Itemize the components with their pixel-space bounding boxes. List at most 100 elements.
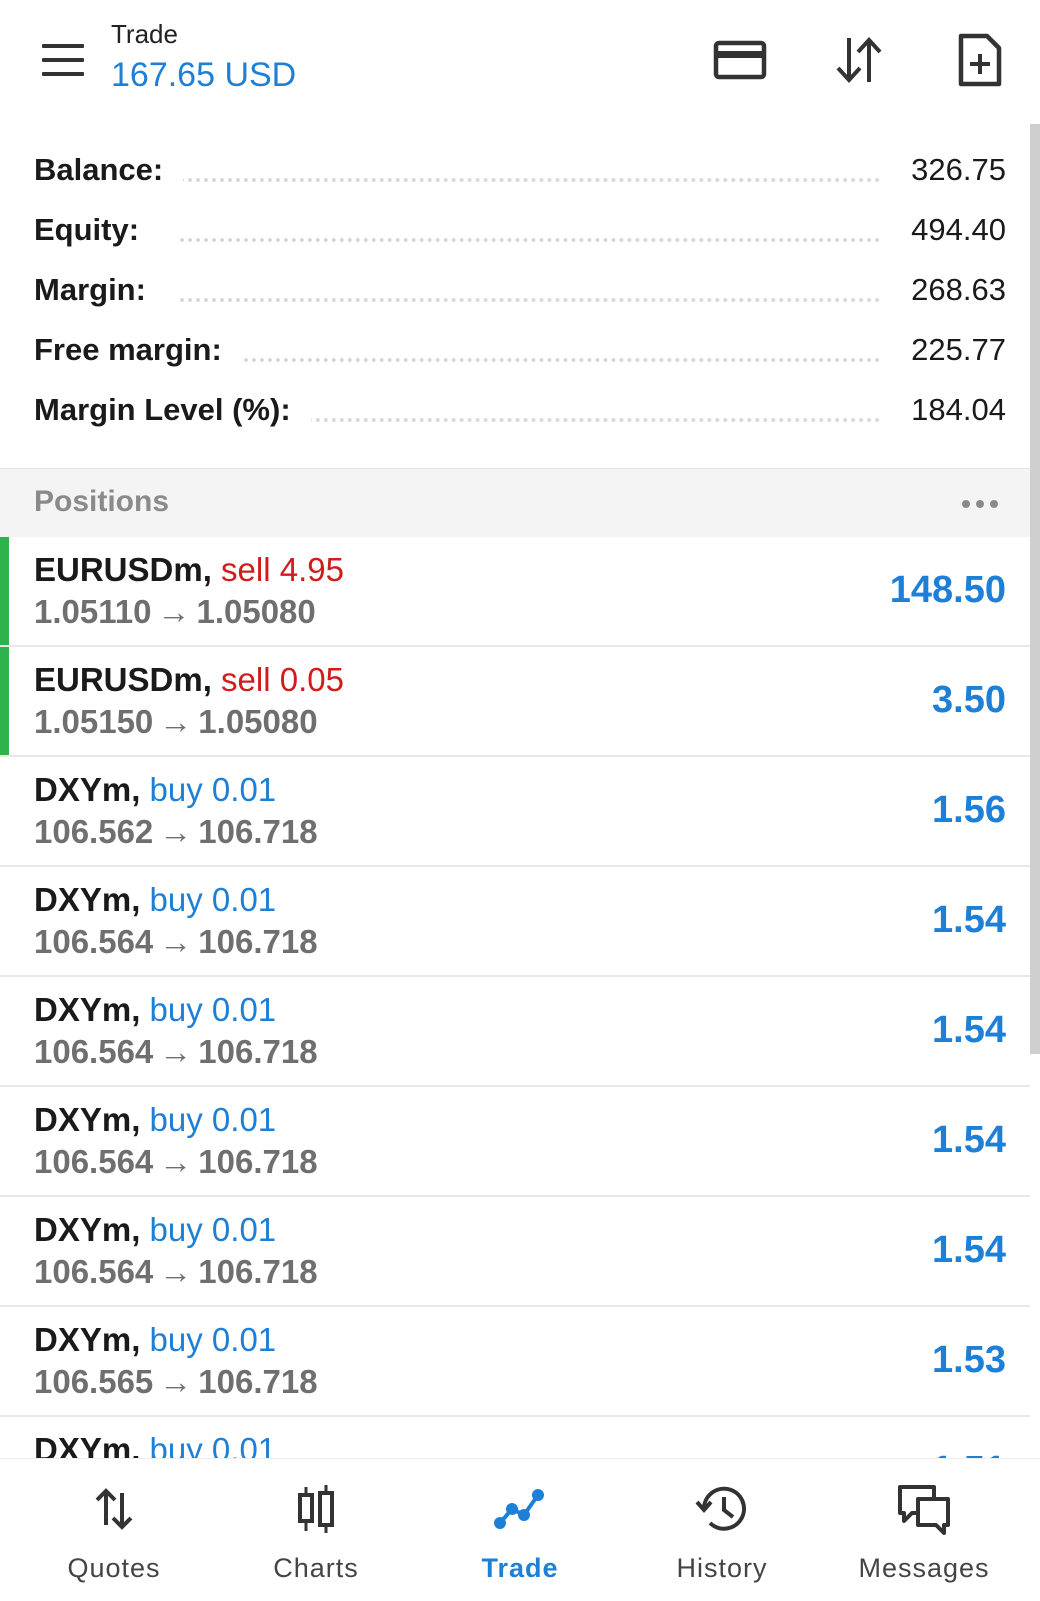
position-profit: 1.56 — [932, 789, 1006, 831]
position-side: buy 0.01 — [149, 1101, 277, 1138]
summary-row-margin: Margin: 268.63 — [0, 260, 1030, 320]
price-arrow: → — [157, 593, 191, 630]
title-block: Trade 167.65 USD — [111, 18, 296, 98]
position-side: sell 4.95 — [221, 551, 344, 588]
new-order-icon[interactable] — [949, 30, 1009, 90]
position-symbol: EURUSDm, — [34, 551, 212, 588]
summary-row-free-margin: Free margin: 225.77 — [0, 320, 1030, 380]
position-profit: 1.54 — [932, 1229, 1006, 1271]
position-profit: 1.54 — [932, 1119, 1006, 1161]
summary-label: Free margin: — [34, 332, 242, 368]
position-symbol: DXYm, — [34, 1321, 141, 1358]
nav-label: History — [676, 1553, 768, 1583]
sort-icon[interactable] — [829, 30, 889, 90]
summary-row-balance: Balance: 326.75 — [0, 140, 1030, 200]
open-price: 106.562 — [34, 813, 154, 850]
price-arrow: → — [159, 1253, 193, 1290]
position-symbol: DXYm, — [34, 881, 141, 918]
position-profit: 3.50 — [932, 679, 1006, 721]
section-title: Positions — [34, 485, 170, 518]
menu-icon[interactable] — [38, 40, 88, 80]
position-row[interactable]: DXYm, buy 0.01 106.562 → 106.718 1.56 — [0, 757, 1030, 867]
position-profit: 1.54 — [932, 899, 1006, 941]
position-symbol: EURUSDm, — [34, 661, 212, 698]
summary-value: 268.63 — [891, 272, 1006, 308]
nav-item-messages[interactable]: Messages — [824, 1459, 1024, 1601]
positions-header: Positions — [0, 468, 1030, 538]
summary-value: 494.40 — [891, 212, 1006, 248]
account-balance: 167.65 USD — [111, 56, 297, 94]
position-row[interactable]: DXYm, buy 0.01 106.564 → 106.718 1.54 — [0, 977, 1030, 1087]
current-price: 1.05080 — [196, 593, 316, 630]
more-options-icon[interactable] — [960, 491, 1000, 515]
nav-label: Quotes — [67, 1553, 161, 1583]
position-side: buy 0.01 — [149, 991, 277, 1028]
summary-value: 326.75 — [891, 152, 1006, 188]
open-price: 106.565 — [34, 1363, 154, 1400]
positions-list: EURUSDm, sell 4.95 1.05110 → 1.05080 148.5… — [0, 537, 1030, 1458]
nav-item-history[interactable]: History — [622, 1459, 822, 1601]
current-price: 106.718 — [198, 1033, 318, 1070]
position-profit: 1.53 — [932, 1339, 1006, 1381]
position-side: buy 0.01 — [149, 881, 277, 918]
current-price: 106.718 — [198, 813, 318, 850]
summary-label: Margin: — [34, 272, 166, 308]
position-row[interactable]: DXYm, buy 0.01 1.51 — [0, 1417, 1030, 1458]
summary-value: 225.77 — [891, 332, 1006, 368]
summary-label: Margin Level (%): — [34, 392, 311, 428]
top-bar: Trade 167.65 USD — [0, 0, 1040, 124]
open-price: 1.05150 — [34, 703, 154, 740]
nav-item-quotes[interactable]: Quotes — [14, 1459, 214, 1601]
position-profit: 1.51 — [932, 1449, 1006, 1458]
price-arrow: → — [159, 1033, 193, 1070]
position-profit: 1.54 — [932, 1009, 1006, 1051]
price-arrow: → — [159, 1143, 193, 1180]
position-row[interactable]: EURUSDm, sell 4.95 1.05110 → 1.05080 148.5… — [0, 537, 1030, 647]
position-row[interactable]: DXYm, buy 0.01 106.564 → 106.718 1.54 — [0, 1087, 1030, 1197]
summary-label: Equity: — [34, 212, 160, 248]
summary-value: 184.04 — [891, 392, 1006, 428]
position-marker — [0, 647, 9, 755]
position-row[interactable]: EURUSDm, sell 0.05 1.05150 → 1.05080 3.50 — [0, 647, 1030, 757]
summary-row-equity: Equity: 494.40 — [0, 200, 1030, 260]
position-row[interactable]: DXYm, buy 0.01 106.564 → 106.718 1.54 — [0, 867, 1030, 977]
position-symbol: DXYm, — [34, 991, 141, 1028]
nav-item-trade[interactable]: Trade — [420, 1459, 620, 1601]
current-price: 106.718 — [198, 923, 318, 960]
nav-item-charts[interactable]: Charts — [216, 1459, 416, 1601]
nav-label: Messages — [858, 1553, 990, 1583]
position-row[interactable]: DXYm, buy 0.01 106.564 → 106.718 1.54 — [0, 1197, 1030, 1307]
summary-label: Balance: — [34, 152, 184, 188]
card-icon[interactable] — [710, 30, 770, 90]
position-symbol: DXYm, — [34, 1101, 141, 1138]
position-row[interactable]: DXYm, buy 0.01 106.565 → 106.718 1.53 — [0, 1307, 1030, 1417]
open-price: 106.564 — [34, 1033, 154, 1070]
account-summary: Balance: 326.75 Equity: 494.40 Margin: 2… — [0, 140, 1030, 440]
open-price: 1.05110 — [34, 593, 152, 630]
position-side: buy 0.01 — [149, 1211, 277, 1248]
position-marker — [0, 537, 9, 645]
dotted-leader — [180, 178, 880, 182]
nav-label: Trade — [481, 1553, 559, 1583]
position-symbol: DXYm, — [34, 1211, 141, 1248]
position-side: buy 0.01 — [149, 1431, 277, 1458]
price-arrow: → — [159, 813, 193, 850]
position-side: buy 0.01 — [149, 771, 277, 808]
dotted-leader — [180, 238, 880, 242]
position-symbol: DXYm, — [34, 771, 141, 808]
summary-row-margin-level: Margin Level (%): 184.04 — [0, 380, 1030, 440]
current-price: 106.718 — [198, 1363, 318, 1400]
messages-icon — [894, 1481, 954, 1537]
position-symbol: DXYm, — [34, 1431, 141, 1458]
open-price: 106.564 — [34, 923, 154, 960]
dotted-leader — [180, 358, 880, 362]
quotes-icon — [84, 1481, 144, 1537]
scrollbar[interactable] — [1030, 124, 1040, 1054]
position-side: buy 0.01 — [149, 1321, 277, 1358]
bottom-nav: Quotes Charts Trade History Messages — [0, 1458, 1040, 1601]
current-price: 1.05080 — [198, 703, 318, 740]
position-side: sell 0.05 — [221, 661, 344, 698]
price-arrow: → — [159, 703, 193, 740]
current-price: 106.718 — [198, 1253, 318, 1290]
open-price: 106.564 — [34, 1143, 154, 1180]
